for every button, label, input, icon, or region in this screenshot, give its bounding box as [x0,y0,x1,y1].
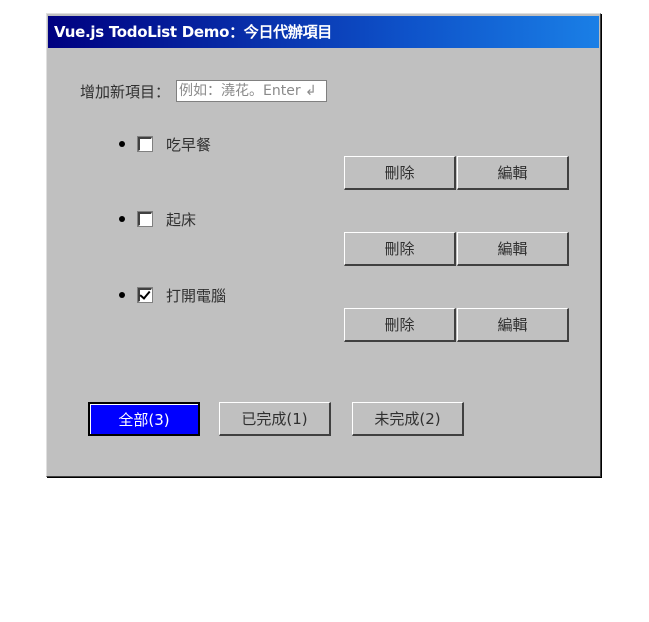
filter-incomplete-button[interactable]: 未完成(2) [352,402,464,436]
add-item-input[interactable] [176,80,328,102]
todo-checkbox[interactable] [138,288,152,302]
todo-window: Vue.js TodoList Demo：今日代辦項目 增加新項目： 吃早餐 刪… [46,13,601,477]
bullet-icon [119,141,125,147]
add-item-row: 增加新項目： [80,79,328,103]
delete-button[interactable]: 刪除 [344,308,456,342]
edit-button[interactable]: 編輯 [457,156,569,190]
edit-button[interactable]: 編輯 [457,232,569,266]
todo-item: 吃早餐 [119,134,211,154]
add-item-label: 增加新項目： [80,82,171,101]
filter-completed-button[interactable]: 已完成(1) [219,402,331,436]
bullet-icon [119,292,125,298]
todo-checkbox[interactable] [138,212,152,226]
delete-button[interactable]: 刪除 [344,232,456,266]
filter-all-button[interactable]: 全部(3) [88,402,200,436]
delete-button[interactable]: 刪除 [344,156,456,190]
todo-text: 吃早餐 [166,135,212,154]
bullet-icon [119,216,125,222]
todo-text: 打開電腦 [166,286,227,305]
todo-text: 起床 [166,210,197,229]
window-title: Vue.js TodoList Demo：今日代辦項目 [48,16,599,48]
edit-button[interactable]: 編輯 [457,308,569,342]
todo-checkbox[interactable] [138,137,152,151]
todo-item: 打開電腦 [119,285,226,305]
todo-item: 起床 [119,209,196,229]
